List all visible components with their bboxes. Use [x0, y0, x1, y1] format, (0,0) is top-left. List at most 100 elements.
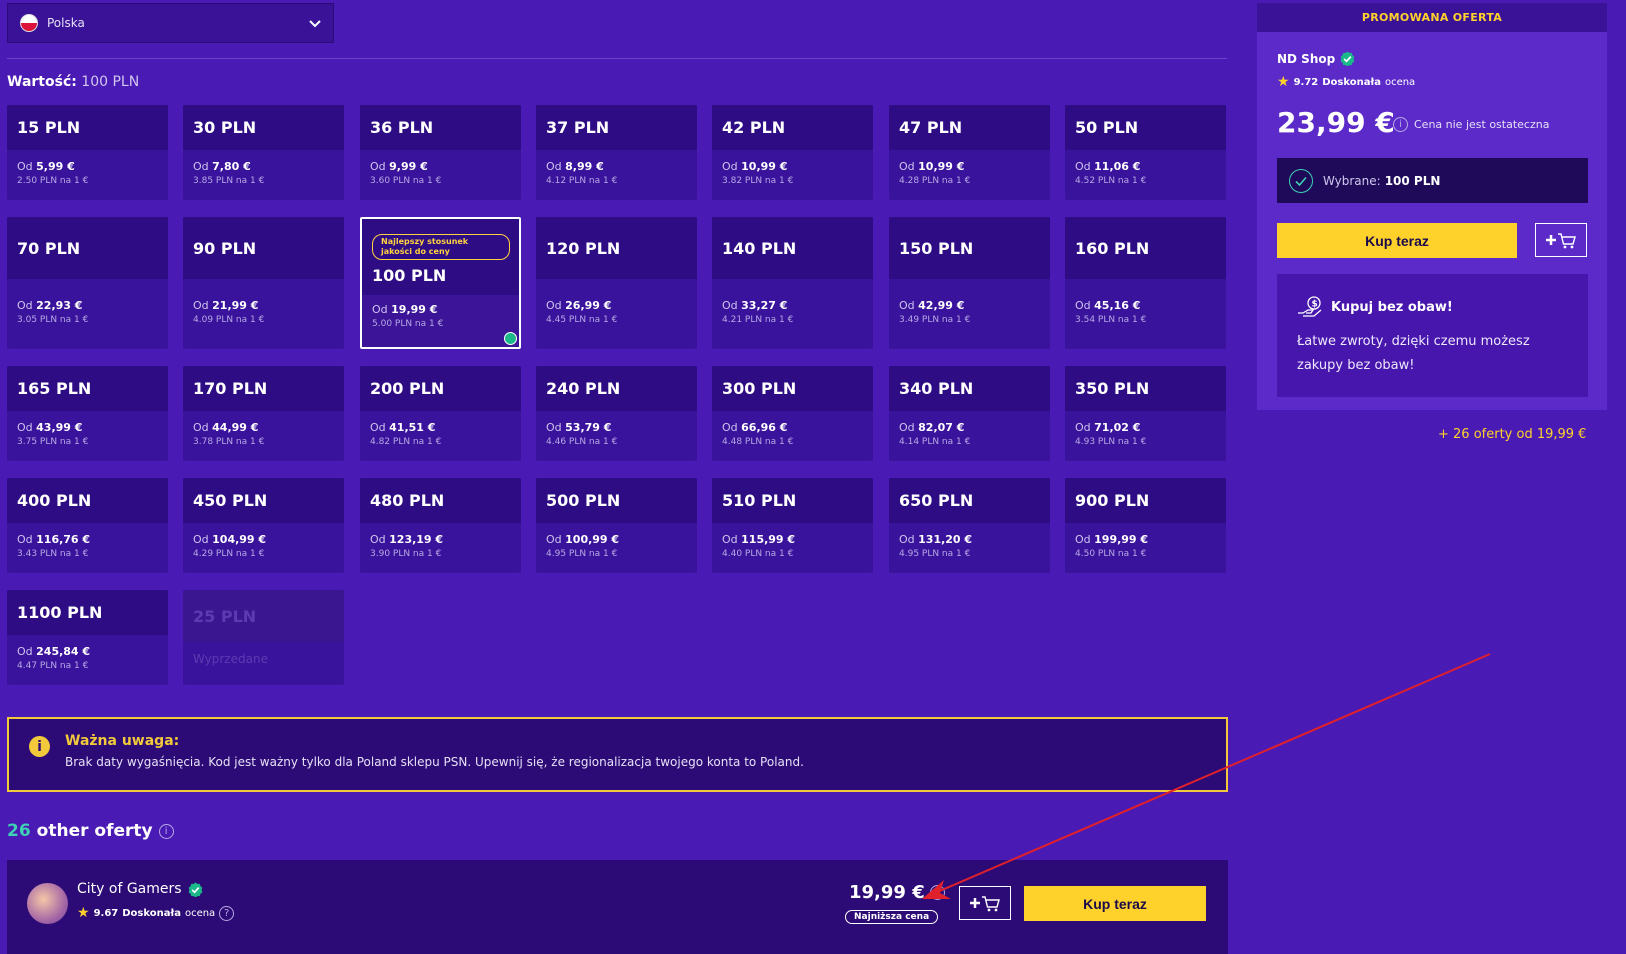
tile-title: 25 PLN [183, 590, 344, 642]
tile-rate: 4.93 PLN na 1 € [1075, 437, 1147, 447]
buy-now-button[interactable]: Kup teraz [1024, 886, 1206, 921]
seller-name[interactable]: City of Gamers [77, 881, 182, 897]
denomination-tile[interactable]: 165 PLN Od 43,99 € 3.75 PLN na 1 € [7, 366, 168, 461]
soldout-label: Wyprzedane [193, 652, 268, 666]
tile-from: Od [193, 533, 209, 546]
tile-price: 53,79 € [565, 421, 612, 434]
denomination-tile[interactable]: 200 PLN Od 41,51 € 4.82 PLN na 1 € [360, 366, 521, 461]
denomination-tile[interactable]: 480 PLN Od 123,19 € 3.90 PLN na 1 € [360, 478, 521, 573]
tile-price: 26,99 € [565, 299, 612, 312]
country-select[interactable]: Polska [7, 3, 334, 43]
denomination-tile[interactable]: 50 PLN Od 11,06 € 4.52 PLN na 1 € [1065, 105, 1226, 200]
tile-price: 43,99 € [36, 421, 83, 434]
tile-title: 90 PLN [183, 217, 344, 279]
tile-price: 5,99 € [36, 160, 75, 173]
denomination-tile[interactable]: 150 PLN Od 42,99 € 3.49 PLN na 1 € [889, 217, 1050, 349]
add-to-cart-button[interactable] [959, 886, 1011, 920]
tile-title: 70 PLN [7, 217, 168, 279]
denomination-tile[interactable]: 160 PLN Od 45,16 € 3.54 PLN na 1 € [1065, 217, 1226, 349]
tile-from: Od [370, 160, 386, 173]
tile-from: Od [722, 533, 738, 546]
denomination-tile[interactable]: 1100 PLN Od 245,84 € 4.47 PLN na 1 € [7, 590, 168, 685]
tile-rate: 3.54 PLN na 1 € [1075, 315, 1147, 325]
tile-title: 510 PLN [712, 478, 873, 523]
add-to-cart-icon [970, 896, 1000, 912]
notice-title: Ważna uwaga: [65, 733, 180, 749]
more-offers-link[interactable]: + 26 oferty od 19,99 € [1438, 427, 1586, 442]
denomination-tile[interactable]: 36 PLN Od 9,99 € 3.60 PLN na 1 € [360, 105, 521, 200]
denomination-tile[interactable]: 350 PLN Od 71,02 € 4.93 PLN na 1 € [1065, 366, 1226, 461]
tile-title: 37 PLN [536, 105, 697, 150]
info-icon[interactable]: i [158, 823, 174, 839]
denomination-tile[interactable]: 650 PLN Od 131,20 € 4.95 PLN na 1 € [889, 478, 1050, 573]
tile-title: 300 PLN [712, 366, 873, 411]
denomination-tile[interactable]: 70 PLN Od 22,93 € 3.05 PLN na 1 € [7, 217, 168, 349]
denomination-tile[interactable]: 900 PLN Od 199,99 € 4.50 PLN na 1 € [1065, 478, 1226, 573]
offers-heading: 26 other oferty i [7, 821, 174, 841]
tile-title: 42 PLN [712, 105, 873, 150]
denomination-tile[interactable]: 510 PLN Od 115,99 € 4.40 PLN na 1 € [712, 478, 873, 573]
tile-rate: 5.00 PLN na 1 € [372, 319, 444, 329]
tile-price: 22,93 € [36, 299, 83, 312]
tile-price: 199,99 € [1094, 533, 1149, 546]
tile-rate: 4.29 PLN na 1 € [193, 549, 265, 559]
tile-rate: 4.14 PLN na 1 € [899, 437, 971, 447]
denomination-tile[interactable]: 140 PLN Od 33,27 € 4.21 PLN na 1 € [712, 217, 873, 349]
help-icon[interactable]: ? [219, 905, 235, 921]
denomination-tile[interactable]: 120 PLN Od 26,99 € 4.45 PLN na 1 € [536, 217, 697, 349]
info-icon[interactable]: i [1393, 117, 1408, 132]
denomination-tile[interactable]: 340 PLN Od 82,07 € 4.14 PLN na 1 € [889, 366, 1050, 461]
tile-price: 41,51 € [389, 421, 436, 434]
seller-score-suffix: ocena [184, 907, 216, 919]
denomination-tile[interactable]: 90 PLN Od 21,99 € 4.09 PLN na 1 € [183, 217, 344, 349]
denomination-tile[interactable]: 37 PLN Od 8,99 € 4.12 PLN na 1 € [536, 105, 697, 200]
tile-rate: 4.95 PLN na 1 € [546, 549, 618, 559]
tile-rate: 3.43 PLN na 1 € [17, 549, 89, 559]
promo-add-to-cart-button[interactable] [1535, 223, 1587, 257]
info-icon[interactable]: i [929, 885, 945, 900]
denomination-tile[interactable]: 500 PLN Od 100,99 € 4.95 PLN na 1 € [536, 478, 697, 573]
tile-rate: 3.49 PLN na 1 € [899, 315, 971, 325]
denomination-tile[interactable]: 240 PLN Od 53,79 € 4.46 PLN na 1 € [536, 366, 697, 461]
tile-rate: 3.82 PLN na 1 € [722, 176, 794, 186]
denomination-tile[interactable]: 30 PLN Od 7,80 € 3.85 PLN na 1 € [183, 105, 344, 200]
tile-title: 15 PLN [7, 105, 168, 150]
tile-from: Od [17, 533, 33, 546]
denomination-tile[interactable]: 170 PLN Od 44,99 € 3.78 PLN na 1 € [183, 366, 344, 461]
tile-from: Od [546, 299, 562, 312]
seller-name-wrap: City of Gamers [77, 881, 203, 897]
tile-from: Od [193, 160, 209, 173]
tile-title: 900 PLN [1065, 478, 1226, 523]
tile-rate: 2.50 PLN na 1 € [17, 176, 89, 186]
promo-score-suffix: ocena [1384, 76, 1416, 88]
denomination-tile-soldout: 25 PLN Wyprzedane [183, 590, 344, 685]
denomination-tile[interactable]: 15 PLN Od 5,99 € 2.50 PLN na 1 € [7, 105, 168, 200]
star-icon: ★ [77, 905, 90, 921]
tile-title: 240 PLN [536, 366, 697, 411]
country-label: Polska [47, 16, 85, 30]
denomination-tile[interactable]: 42 PLN Od 10,99 € 3.82 PLN na 1 € [712, 105, 873, 200]
selected-value: 100 PLN [1384, 173, 1441, 188]
denomination-tile[interactable]: 300 PLN Od 66,96 € 4.48 PLN na 1 € [712, 366, 873, 461]
denomination-tile[interactable]: 47 PLN Od 10,99 € 4.28 PLN na 1 € [889, 105, 1050, 200]
tile-price: 66,96 € [741, 421, 788, 434]
tile-from: Od [722, 160, 738, 173]
tile-rate: 4.50 PLN na 1 € [1075, 549, 1147, 559]
denomination-tile[interactable]: 450 PLN Od 104,99 € 4.29 PLN na 1 € [183, 478, 344, 573]
tile-price: 10,99 € [741, 160, 788, 173]
add-to-cart-icon [1546, 233, 1576, 249]
tile-title: 170 PLN [183, 366, 344, 411]
tile-price: 11,06 € [1094, 160, 1141, 173]
tile-from: Od [1075, 533, 1091, 546]
tile-rate: 4.09 PLN na 1 € [193, 315, 265, 325]
promo-shop-name[interactable]: ND Shop [1277, 52, 1335, 66]
denomination-tile[interactable]: 400 PLN Od 116,76 € 3.43 PLN na 1 € [7, 478, 168, 573]
tile-price: 19,99 € [391, 303, 438, 316]
tile-from: Od [899, 421, 915, 434]
denomination-tile-selected[interactable]: Najlepszy stosunek jakości do ceny 100 P… [360, 217, 521, 349]
promo-buy-now-button[interactable]: Kup teraz [1277, 223, 1517, 258]
tile-rate: 4.28 PLN na 1 € [899, 176, 971, 186]
promo-score-word: Doskonała [1322, 76, 1381, 88]
tile-price: 42,99 € [918, 299, 965, 312]
tile-rate: 4.48 PLN na 1 € [722, 437, 794, 447]
